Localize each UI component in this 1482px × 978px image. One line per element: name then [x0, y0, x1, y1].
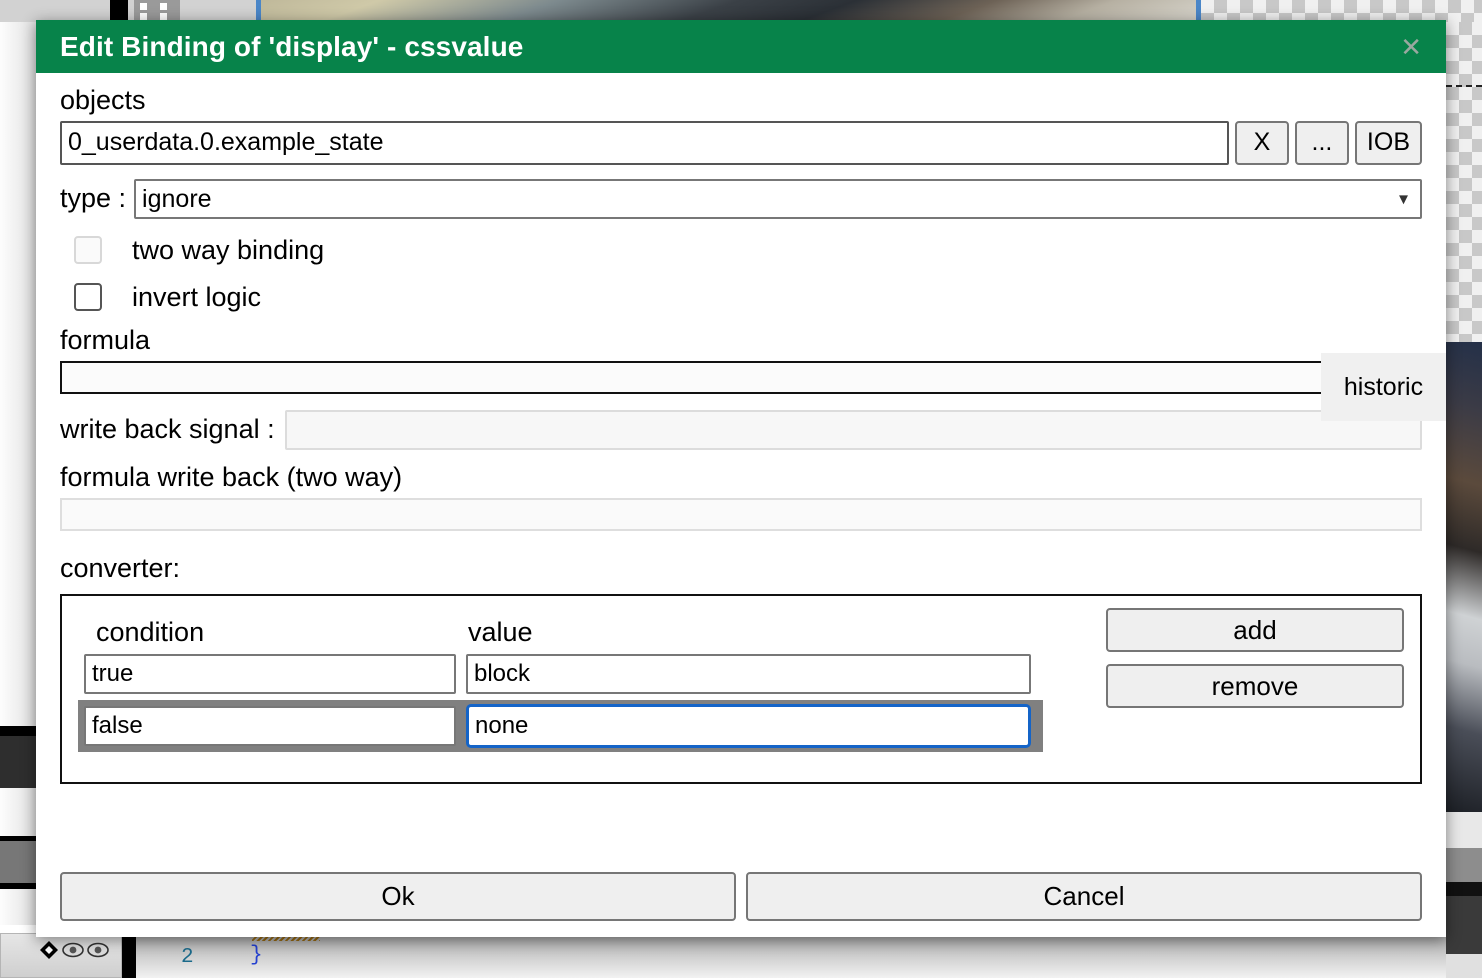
background-grid-dot-a [140, 3, 147, 10]
clear-object-button[interactable]: X [1235, 121, 1289, 165]
invert-logic-label: invert logic [132, 282, 261, 313]
converter-add-button[interactable]: add [1106, 608, 1404, 652]
background-right-grey-c [1446, 896, 1482, 954]
background-photo-right [1446, 342, 1482, 812]
formula-textarea[interactable] [60, 361, 1422, 394]
formula-write-back-textarea[interactable] [60, 498, 1422, 531]
converter-condition-input[interactable] [84, 706, 456, 746]
invert-logic-row: invert logic [60, 282, 1422, 313]
converter-value-input[interactable] [466, 654, 1031, 694]
converter-value-input[interactable] [466, 704, 1031, 748]
converter-row[interactable] [78, 650, 1043, 698]
objects-row: X ... IOB [60, 121, 1422, 165]
dialog-title: Edit Binding of 'display' - cssvalue [60, 31, 1394, 63]
converter-condition-header: condition [78, 617, 468, 648]
background-editor-area [136, 933, 1446, 978]
objects-label: objects [60, 85, 1422, 117]
background-right-grey-b [1446, 848, 1482, 882]
converter-remove-button[interactable]: remove [1106, 664, 1404, 708]
background-grid-dot-c [160, 3, 167, 10]
converter-condition-input[interactable] [84, 654, 456, 694]
invert-logic-checkbox[interactable] [74, 283, 102, 311]
editor-line-number: 2 [181, 946, 194, 969]
diamond-icon[interactable] [39, 940, 59, 960]
two-way-binding-checkbox[interactable] [74, 236, 102, 264]
type-label: type : [60, 183, 126, 215]
background-right-black [1446, 882, 1482, 896]
background-grid-dot-d [160, 13, 167, 20]
background-transparency-checker-top [1201, 0, 1482, 22]
objects-input[interactable] [60, 121, 1229, 165]
write-back-signal-row: write back signal : [60, 410, 1422, 450]
background-right-grey-d [1446, 954, 1482, 978]
iob-object-button[interactable]: IOB [1355, 121, 1422, 165]
background-right-grey-a [1446, 812, 1482, 848]
converter-box: condition value add remove [60, 594, 1422, 784]
converter-row[interactable] [78, 700, 1043, 752]
background-dashed-guide [1446, 85, 1482, 87]
write-back-signal-label: write back signal : [60, 414, 275, 446]
two-way-binding-label: two way binding [132, 235, 324, 266]
background-photo-top [261, 0, 1196, 22]
type-select-wrap: ignorestringnumberbooleanjsoncolor ▾ [134, 179, 1422, 219]
background-grid-dot-b [140, 13, 147, 20]
edit-binding-dialog: Edit Binding of 'display' - cssvalue ✕ o… [36, 20, 1446, 937]
formula-label: formula [60, 325, 1422, 357]
dialog-footer: Ok Cancel [36, 860, 1446, 937]
dialog-titlebar: Edit Binding of 'display' - cssvalue ✕ [36, 20, 1446, 73]
eye-icon[interactable] [87, 941, 109, 959]
converter-buttons: add remove [1106, 608, 1404, 708]
background-editor-gutter [122, 933, 136, 978]
historic-button[interactable]: historic [1321, 353, 1446, 421]
close-x-icon[interactable]: ✕ [1394, 32, 1428, 62]
two-way-binding-row: two way binding [60, 235, 1422, 266]
editor-code-text: } [250, 944, 263, 967]
background-dark-block [110, 0, 128, 22]
write-back-signal-input[interactable] [285, 410, 1422, 450]
cancel-button[interactable]: Cancel [746, 872, 1422, 921]
type-select[interactable]: ignorestringnumberbooleanjsoncolor [134, 179, 1422, 219]
dialog-body: objects X ... IOB type : ignorestringnum… [36, 73, 1446, 860]
ok-button[interactable]: Ok [60, 872, 736, 921]
eye-icon[interactable] [62, 941, 84, 959]
formula-write-back-label: formula write back (two way) [60, 462, 1422, 494]
converter-label: converter: [60, 553, 1422, 585]
background-transparency-checker-right [1446, 22, 1482, 342]
converter-value-header: value [468, 617, 533, 648]
type-row: type : ignorestringnumberbooleanjsoncolo… [60, 179, 1422, 219]
browse-object-button[interactable]: ... [1295, 121, 1349, 165]
